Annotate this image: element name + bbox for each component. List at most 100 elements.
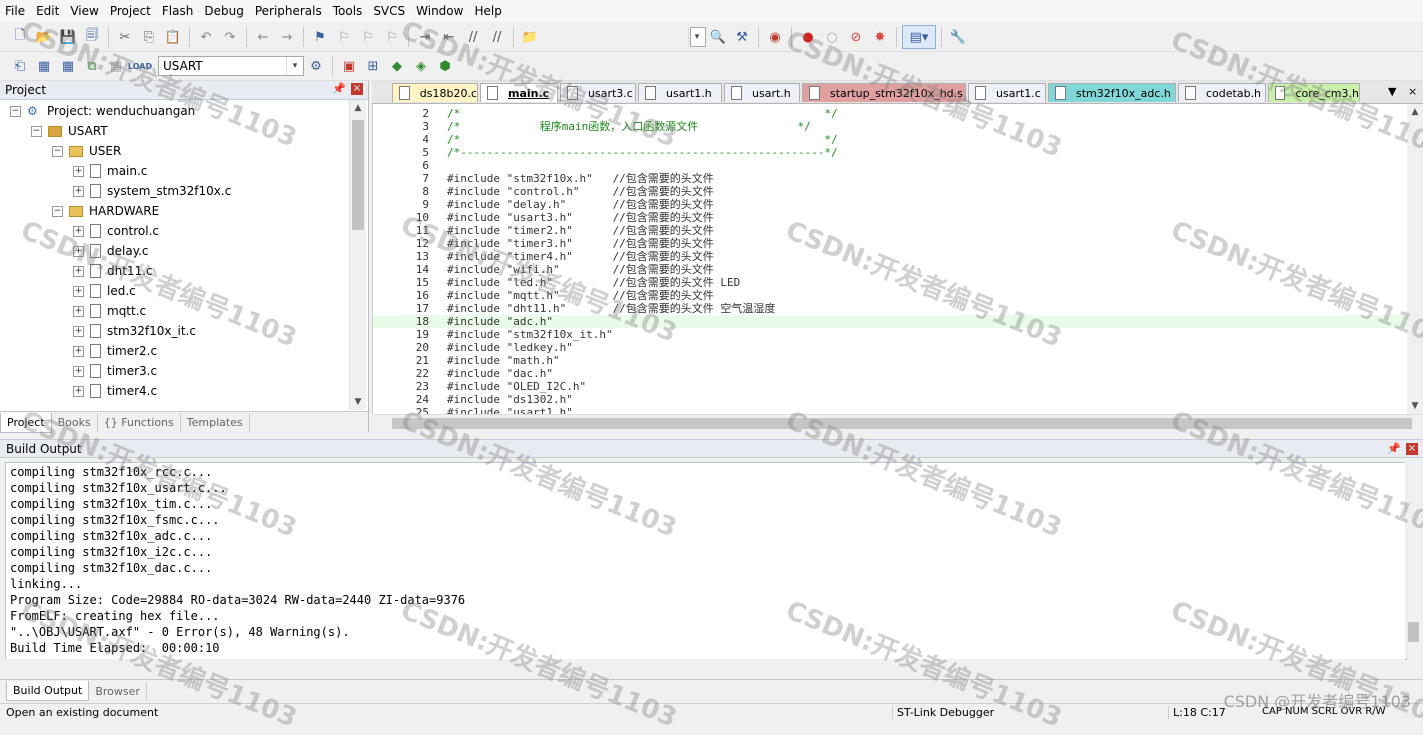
build-output-text[interactable]: compiling stm32f10x_rcc.c... compiling st…	[5, 462, 1407, 660]
menu-project[interactable]: Project	[105, 0, 156, 22]
pack-installer-icon[interactable]: ⬢	[434, 55, 456, 77]
tree-file[interactable]: + timer2.c	[73, 341, 157, 361]
editor-tab-ds18b20-c[interactable]: ds18b20.c	[392, 83, 478, 102]
menu-svcs[interactable]: SVCS	[368, 0, 410, 22]
tab-templates[interactable]: Templates	[181, 413, 250, 432]
editor-tab-usart-h[interactable]: usart.h	[724, 83, 800, 102]
scroll-up-icon[interactable]: ▲	[1407, 104, 1423, 120]
editor-vertical-scrollbar[interactable]: ▲ ▼	[1407, 104, 1423, 414]
bookmark-icon[interactable]: ⚑	[309, 26, 331, 48]
target-options-icon[interactable]: ⚙	[305, 55, 327, 77]
menu-view[interactable]: View	[65, 0, 103, 22]
nav-forward-icon[interactable]: →	[276, 26, 298, 48]
tree-folder[interactable]: − HARDWARE	[52, 201, 159, 221]
copy-icon[interactable]: ⎘	[138, 26, 160, 48]
pin-icon[interactable]: 📌	[332, 82, 346, 95]
scroll-down-icon[interactable]: ▼	[350, 394, 366, 410]
tree-file[interactable]: + mqtt.c	[73, 301, 146, 321]
file-extensions-icon[interactable]: ⊞	[362, 55, 384, 77]
menu-file[interactable]: File	[0, 0, 30, 22]
tree-file[interactable]: + timer4.c	[73, 381, 157, 401]
uncomment-icon[interactable]: //	[486, 26, 508, 48]
expand-icon[interactable]: +	[73, 345, 84, 357]
menu-help[interactable]: Help	[469, 0, 506, 22]
incremental-find-icon[interactable]: ⚒	[731, 26, 753, 48]
close-tab-icon[interactable]: ×	[1408, 85, 1417, 98]
tab-list-icon[interactable]: ▼	[1388, 85, 1396, 98]
menu-edit[interactable]: Edit	[31, 0, 64, 22]
scrollbar-thumb[interactable]	[1408, 622, 1419, 642]
scrollbar-thumb[interactable]	[352, 120, 364, 230]
editor-horizontal-scrollbar[interactable]	[372, 414, 1423, 432]
editor-tab-stm32f10x-adc-h[interactable]: stm32f10x_adc.h	[1048, 83, 1176, 102]
collapse-icon[interactable]: −	[31, 125, 42, 137]
expand-icon[interactable]: +	[73, 225, 84, 237]
editor-tab-usart1-h[interactable]: usart1.h	[638, 83, 722, 102]
tree-file[interactable]: + delay.c	[73, 241, 149, 261]
tree-file[interactable]: + system_stm32f10x.c	[73, 181, 231, 201]
comment-icon[interactable]: //	[462, 26, 484, 48]
next-bookmark-icon[interactable]: ⚐	[357, 26, 379, 48]
prev-bookmark-icon[interactable]: ⚐	[333, 26, 355, 48]
manage-project-items-icon[interactable]: ▣	[338, 55, 360, 77]
find-in-files-icon[interactable]: 📁	[519, 26, 541, 48]
tree-file[interactable]: + control.c	[73, 221, 159, 241]
tree-file[interactable]: + timer3.c	[73, 361, 157, 381]
menu-debug[interactable]: Debug	[199, 0, 248, 22]
build-output-scrollbar[interactable]	[1405, 462, 1422, 658]
collapse-icon[interactable]: −	[52, 205, 63, 217]
cut-icon[interactable]: ✂	[114, 26, 136, 48]
expand-icon[interactable]: +	[73, 325, 84, 337]
tree-folder[interactable]: − USER	[52, 141, 121, 161]
disable-breakpoint-icon[interactable]: ○	[821, 26, 843, 48]
editor-tab-startup-stm32f10x-hd-s[interactable]: startup_stm32f10x_hd.s	[802, 83, 966, 102]
menu-flash[interactable]: Flash	[157, 0, 198, 22]
window-layout-icon[interactable]: ▤▾	[902, 25, 936, 49]
nav-back-icon[interactable]: ←	[252, 26, 274, 48]
tab-books[interactable]: Books	[52, 413, 98, 432]
project-tree-scrollbar[interactable]: ▲ ▼	[349, 100, 366, 410]
editor-tab-usart1-c[interactable]: usart1.c	[968, 83, 1046, 102]
paste-icon[interactable]: 📋	[162, 26, 184, 48]
rebuild-icon[interactable]: ▦	[57, 55, 79, 77]
target-select[interactable]: USART ▾	[158, 56, 304, 76]
save-all-icon[interactable]: 🗐	[81, 26, 103, 48]
tab-functions[interactable]: {} Functions	[98, 413, 181, 432]
tab-browser[interactable]: Browser	[89, 681, 147, 701]
select-packs-icon[interactable]: ◈	[410, 55, 432, 77]
redo-icon[interactable]: ↷	[219, 26, 241, 48]
tab-buildoutput[interactable]: Build Output	[6, 681, 90, 701]
close-icon[interactable]: ×	[351, 83, 363, 95]
tree-file[interactable]: + main.c	[73, 161, 147, 181]
build-icon[interactable]: ▦	[33, 55, 55, 77]
unindent-icon[interactable]: ⇤	[438, 26, 460, 48]
menu-peripherals[interactable]: Peripherals	[250, 0, 327, 22]
editor-tab-core-cm3-h[interactable]: core_cm3.h	[1268, 83, 1360, 102]
expand-icon[interactable]: +	[73, 265, 84, 277]
scrollbar-thumb[interactable]	[392, 418, 1412, 429]
find-icon[interactable]: 🔍	[707, 26, 729, 48]
batch-build-icon[interactable]: ⧉	[81, 55, 103, 77]
breakpoint-icon[interactable]: ●	[797, 26, 819, 48]
tree-file[interactable]: + dht11.c	[73, 261, 153, 281]
expand-icon[interactable]: +	[73, 305, 84, 317]
translate-icon[interactable]: ⎗	[9, 55, 31, 77]
tree-target[interactable]: − USART	[31, 121, 108, 141]
indent-icon[interactable]: ⇥	[414, 26, 436, 48]
editor-tab-main-c[interactable]: main.c	[480, 83, 558, 102]
close-icon[interactable]: ×	[1406, 443, 1418, 455]
save-icon[interactable]: 💾	[57, 26, 79, 48]
scroll-up-icon[interactable]: ▲	[350, 100, 366, 116]
tree-project[interactable]: − ⚙ Project: wenduchuangan	[10, 101, 195, 121]
menu-tools[interactable]: Tools	[328, 0, 368, 22]
expand-icon[interactable]: +	[73, 185, 84, 197]
download-icon[interactable]: LOAD	[128, 55, 152, 77]
clear-bookmarks-icon[interactable]: ⚐	[381, 26, 403, 48]
manage-runtime-icon[interactable]: ◆	[386, 55, 408, 77]
tab-project[interactable]: Project	[0, 412, 52, 433]
disable-all-breakpoints-icon[interactable]: ⊘	[845, 26, 867, 48]
tree-file[interactable]: + led.c	[73, 281, 136, 301]
debug-session-icon[interactable]: ◉	[764, 26, 786, 48]
editor-tab-usart3-c[interactable]: usart3.c	[560, 83, 636, 102]
scroll-down-icon[interactable]: ▼	[1407, 398, 1423, 414]
